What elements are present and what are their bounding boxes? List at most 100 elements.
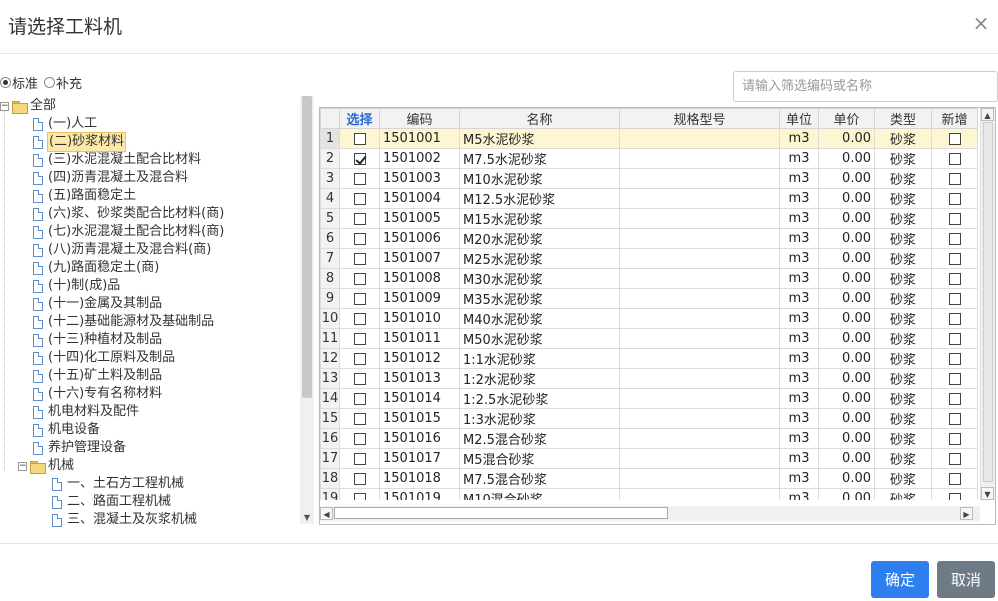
new-checkbox[interactable]	[948, 332, 961, 345]
select-checkbox[interactable]	[353, 392, 366, 405]
table-row[interactable]: 17 1501017 M5混合砂浆 m3 0.00 砂浆	[320, 448, 978, 469]
new-checkbox[interactable]	[948, 252, 961, 265]
new-checkbox[interactable]	[948, 432, 961, 445]
select-cell[interactable]	[339, 288, 380, 309]
new-checkbox[interactable]	[948, 152, 961, 165]
select-checkbox[interactable]	[353, 352, 366, 365]
select-cell[interactable]	[339, 408, 380, 429]
new-cell[interactable]	[931, 288, 978, 309]
table-row[interactable]: 6 1501006 M20水泥砂浆 m3 0.00 砂浆	[320, 228, 978, 249]
new-cell[interactable]	[931, 428, 978, 449]
table-row[interactable]: 7 1501007 M25水泥砂浆 m3 0.00 砂浆	[320, 248, 978, 269]
tree-node-item[interactable]: (十六)专有名称材料	[33, 385, 163, 403]
new-checkbox[interactable]	[948, 172, 961, 185]
header-unit[interactable]: 单位	[779, 108, 819, 129]
cancel-button[interactable]: 取消	[937, 561, 995, 598]
select-checkbox[interactable]	[353, 272, 366, 285]
radio-supplement[interactable]: 补充	[44, 73, 82, 92]
table-row[interactable]: 11 1501011 M50水泥砂浆 m3 0.00 砂浆	[320, 328, 978, 349]
table-row[interactable]: 4 1501004 M12.5水泥砂浆 m3 0.00 砂浆	[320, 188, 978, 209]
search-input[interactable]	[733, 71, 998, 102]
new-checkbox[interactable]	[948, 492, 961, 500]
table-row[interactable]: 12 1501012 1:1水泥砂浆 m3 0.00 砂浆	[320, 348, 978, 369]
new-cell[interactable]	[931, 168, 978, 189]
select-cell[interactable]	[339, 148, 380, 169]
select-cell[interactable]	[339, 208, 380, 229]
tree-node-item[interactable]: (十三)种植材及制品	[33, 331, 163, 349]
tree-node-item[interactable]: (十五)矿土料及制品	[33, 367, 163, 385]
new-cell[interactable]	[931, 248, 978, 269]
close-icon[interactable]: ×	[970, 10, 992, 36]
radio-standard[interactable]: 标准	[0, 73, 38, 92]
tree-node-item[interactable]: (十一)金属及其制品	[33, 295, 163, 313]
new-cell[interactable]	[931, 388, 978, 409]
table-row[interactable]: 14 1501014 1:2.5水泥砂浆 m3 0.00 砂浆	[320, 388, 978, 409]
new-checkbox[interactable]	[948, 292, 961, 305]
select-cell[interactable]	[339, 228, 380, 249]
select-checkbox[interactable]	[353, 292, 366, 305]
table-row[interactable]: 16 1501016 M2.5混合砂浆 m3 0.00 砂浆	[320, 428, 978, 449]
grid-vertical-scrollbar[interactable]: ▲ ▼	[980, 108, 995, 500]
select-checkbox[interactable]	[353, 412, 366, 425]
table-row[interactable]: 2 1501002 M7.5水泥砂浆 m3 0.00 砂浆	[320, 148, 978, 169]
select-checkbox[interactable]	[353, 452, 366, 465]
new-cell[interactable]	[931, 308, 978, 329]
tree-node-machine-item[interactable]: 二、路面工程机械	[52, 493, 172, 511]
select-checkbox[interactable]	[353, 132, 366, 145]
collapse-icon[interactable]: −	[18, 461, 27, 471]
select-cell[interactable]	[339, 448, 380, 469]
select-checkbox[interactable]	[353, 312, 366, 325]
table-row[interactable]: 5 1501005 M15水泥砂浆 m3 0.00 砂浆	[320, 208, 978, 229]
table-row[interactable]: 15 1501015 1:3水泥砂浆 m3 0.00 砂浆	[320, 408, 978, 429]
header-code[interactable]: 编码	[379, 108, 460, 129]
new-checkbox[interactable]	[948, 452, 961, 465]
tree-node-root[interactable]: − 全部	[0, 97, 57, 115]
new-checkbox[interactable]	[948, 212, 961, 225]
scroll-down-icon[interactable]: ▼	[981, 487, 994, 500]
new-cell[interactable]	[931, 148, 978, 169]
new-cell[interactable]	[931, 448, 978, 469]
table-row[interactable]: 13 1501013 1:2水泥砂浆 m3 0.00 砂浆	[320, 368, 978, 389]
scroll-right-icon[interactable]: ▶	[960, 507, 973, 520]
new-cell[interactable]	[931, 208, 978, 229]
tree-scrollbar-thumb[interactable]	[302, 96, 312, 398]
new-cell[interactable]	[931, 268, 978, 289]
new-cell[interactable]	[931, 368, 978, 389]
scroll-left-icon[interactable]: ◀	[320, 507, 333, 520]
table-row[interactable]: 9 1501009 M35水泥砂浆 m3 0.00 砂浆	[320, 288, 978, 309]
table-row[interactable]: 18 1501018 M7.5混合砂浆 m3 0.00 砂浆	[320, 468, 978, 489]
select-cell[interactable]	[339, 328, 380, 349]
tree-node-item[interactable]: (十二)基础能源材及基础制品	[33, 313, 215, 331]
tree-node-item[interactable]: (七)水泥混凝土配合比材料(商)	[33, 223, 225, 241]
new-checkbox[interactable]	[948, 412, 961, 425]
new-cell[interactable]	[931, 128, 978, 149]
select-cell[interactable]	[339, 468, 380, 489]
new-checkbox[interactable]	[948, 312, 961, 325]
table-row[interactable]: 19 1501019M10混合砂浆 m30.00砂浆	[320, 488, 978, 500]
new-checkbox[interactable]	[948, 352, 961, 365]
new-cell[interactable]	[931, 228, 978, 249]
grid-vscroll-thumb[interactable]	[983, 122, 993, 482]
new-checkbox[interactable]	[948, 472, 961, 485]
table-row[interactable]: 3 1501003 M10水泥砂浆 m3 0.00 砂浆	[320, 168, 978, 189]
select-checkbox[interactable]	[353, 492, 366, 500]
tree-node-item[interactable]: 养护管理设备	[33, 439, 127, 457]
select-cell[interactable]	[339, 308, 380, 329]
scroll-up-icon[interactable]: ▲	[981, 108, 994, 121]
table-row[interactable]: 10 1501010 M40水泥砂浆 m3 0.00 砂浆	[320, 308, 978, 329]
new-cell[interactable]	[931, 188, 978, 209]
confirm-button[interactable]: 确定	[871, 561, 929, 598]
new-cell[interactable]	[931, 468, 978, 489]
header-spec[interactable]: 规格型号	[619, 108, 780, 129]
table-row[interactable]: 8 1501008 M30水泥砂浆 m3 0.00 砂浆	[320, 268, 978, 289]
tree-node-item[interactable]: (五)路面稳定土	[33, 187, 137, 205]
table-row[interactable]: 1 1501001 M5水泥砂浆 m3 0.00 砂浆	[320, 128, 978, 149]
header-price[interactable]: 单价	[818, 108, 875, 129]
select-cell[interactable]	[339, 488, 380, 500]
tree-node-item[interactable]: (十四)化工原料及制品	[33, 349, 176, 367]
tree-node-item[interactable]: (十)制(成)品	[33, 277, 121, 295]
radio-standard-dot[interactable]	[0, 76, 11, 88]
new-checkbox[interactable]	[948, 232, 961, 245]
tree-node-item[interactable]: (三)水泥混凝土配合比材料	[33, 151, 202, 169]
tree-node-machine-item[interactable]: 一、土石方工程机械	[52, 475, 185, 493]
